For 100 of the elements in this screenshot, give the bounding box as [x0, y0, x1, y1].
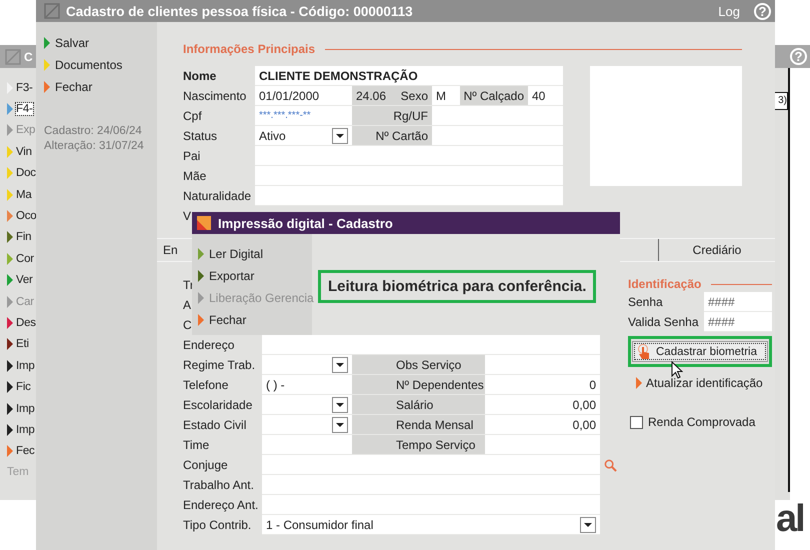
dropdown-field[interactable]: Ativo — [255, 126, 352, 146]
hand-icon — [637, 344, 651, 360]
cpf-field[interactable]: ***.***.***-** — [255, 106, 352, 126]
menu-item[interactable]: Vin — [16, 146, 32, 158]
field-label: Regime Trab. — [183, 357, 256, 374]
field-label: Naturalidade — [183, 188, 252, 205]
field-label: Nascimento — [183, 88, 248, 105]
dropdown-icon[interactable] — [332, 128, 348, 144]
dropdown-field[interactable] — [262, 415, 352, 435]
text-field[interactable] — [485, 355, 600, 375]
dropdown-field[interactable] — [262, 355, 352, 375]
sidebar-action[interactable]: Fechar — [55, 80, 92, 94]
field-label: Telefone — [183, 377, 230, 394]
dialog-action[interactable]: Fechar — [209, 313, 246, 327]
menu-item[interactable]: Cor — [16, 252, 34, 265]
section-title: Informações Principais — [183, 42, 316, 56]
text-field[interactable]: 01/01/2000 — [255, 86, 352, 106]
text-field[interactable] — [262, 495, 600, 515]
field-label: Nº Dependentes — [352, 375, 485, 395]
status-text: Tem — [6, 466, 30, 478]
field-label: Cpf — [183, 108, 203, 125]
text-field[interactable] — [255, 186, 563, 206]
dialog-action[interactable]: Ler Digital — [209, 247, 264, 261]
field-label: Sexo — [392, 86, 432, 106]
dropdown-icon[interactable] — [580, 516, 596, 532]
menu-item[interactable]: Des — [16, 316, 36, 329]
window-title: Cadastro de clientes pessoa física - Código: 00000113 — [66, 4, 413, 18]
field-label: Estado Civil — [183, 417, 248, 434]
menu-item[interactable]: Fic — [16, 381, 31, 394]
window-icon — [44, 3, 60, 19]
number-field[interactable]: 0 — [485, 375, 600, 395]
field-label: V — [183, 208, 192, 225]
menu-item[interactable]: Eti — [16, 338, 29, 350]
text-field[interactable] — [432, 106, 528, 126]
number-field[interactable]: 0,00 — [485, 415, 600, 435]
checkbox-label: Renda Comprovada — [648, 415, 756, 429]
tab[interactable]: En — [157, 239, 178, 261]
checkbox[interactable] — [630, 416, 643, 428]
menu-item[interactable]: F3- — [16, 82, 33, 94]
field-label: Obs Serviço — [352, 355, 485, 375]
name-field[interactable]: CLIENTE DEMONSTRAÇÃO — [255, 66, 563, 86]
field-label: Status — [183, 128, 218, 145]
field-label: Conjuge — [183, 457, 229, 474]
text-field[interactable] — [255, 146, 563, 166]
field-label: Tipo Contrib. — [183, 517, 252, 534]
created-date: Cadastro: 24/06/24 — [44, 124, 143, 139]
dropdown-icon[interactable] — [332, 356, 348, 372]
sidebar-action[interactable]: Documentos — [55, 58, 122, 72]
field-label: Escolaridade — [183, 397, 254, 414]
menu-item[interactable]: Fec — [16, 445, 35, 458]
password-field[interactable]: #### — [704, 312, 772, 332]
biometrics-button[interactable]: Cadastrar biometria — [632, 341, 768, 362]
menu-item[interactable]: Doc — [16, 167, 36, 180]
field-label: Salário — [352, 395, 485, 415]
field-label: Senha — [628, 294, 664, 311]
cursor-icon — [671, 361, 683, 379]
tab[interactable]: Crediário — [658, 239, 775, 261]
text-field[interactable] — [262, 475, 600, 495]
field-label: Rg/UF — [352, 106, 432, 126]
text-field[interactable] — [262, 435, 352, 455]
field-label: Endereço Ant. — [183, 497, 260, 514]
sidebar-action[interactable]: Salvar — [55, 36, 90, 50]
menu-item[interactable]: Ma — [16, 188, 32, 201]
field-label: Valida Senha — [628, 314, 700, 331]
dialog-action[interactable]: Exportar — [209, 269, 254, 283]
field-label: A — [183, 297, 192, 314]
search-icon[interactable] — [604, 458, 617, 472]
menu-item[interactable]: Oco — [16, 210, 36, 222]
menu-item[interactable]: F4- — [16, 103, 33, 116]
menu-item[interactable]: Ver — [16, 274, 33, 286]
dropdown-field[interactable]: 1 - Consumidor final — [262, 515, 600, 535]
text-field[interactable] — [485, 435, 600, 455]
menu-item[interactable]: Imp — [16, 360, 35, 372]
text-field[interactable] — [262, 455, 600, 475]
readonly-field: 24.06 — [352, 86, 392, 106]
text-field[interactable] — [432, 126, 563, 146]
dropdown-icon[interactable] — [332, 416, 348, 432]
dropdown-icon[interactable] — [332, 396, 348, 412]
status-message: Leitura biométrica para conferência. — [318, 270, 596, 303]
window-icon — [5, 48, 21, 64]
dropdown-field[interactable] — [262, 395, 352, 415]
text-field[interactable]: 40 — [528, 86, 563, 106]
field-label: Tempo Serviço — [352, 435, 485, 455]
field-label: Time — [183, 437, 210, 454]
menu-item[interactable]: Fin — [16, 231, 32, 244]
section-title: Identificação — [628, 277, 702, 291]
text-field[interactable] — [262, 335, 600, 355]
text-field[interactable] — [528, 106, 563, 126]
menu-item[interactable]: Imp — [16, 424, 35, 436]
field-label: Nome — [183, 68, 218, 85]
password-field[interactable]: #### — [704, 292, 772, 312]
text-field[interactable] — [255, 166, 563, 186]
text-field[interactable]: M — [432, 86, 460, 106]
update-link[interactable]: Atualizar identificação — [646, 376, 763, 390]
window-icon — [196, 215, 212, 231]
changed-date: Alteração: 31/07/24 — [44, 139, 145, 154]
number-field[interactable]: 0,00 — [485, 395, 600, 415]
menu-item[interactable]: Imp — [16, 402, 35, 415]
field-label: Endereço — [183, 337, 236, 354]
text-field[interactable]: ( ) - — [262, 375, 352, 395]
